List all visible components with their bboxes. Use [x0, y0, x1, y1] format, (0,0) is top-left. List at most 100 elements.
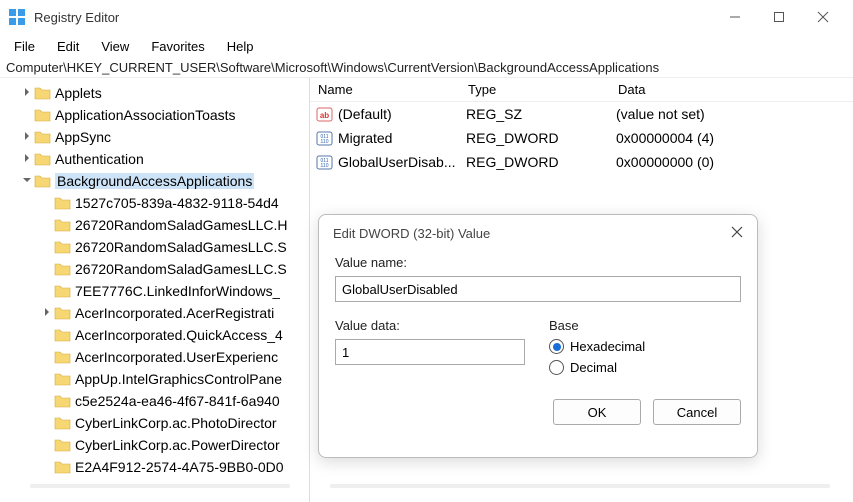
list-row[interactable]: 011110 Migrated REG_DWORD0x00000004 (4): [310, 126, 853, 150]
chevron-right-icon[interactable]: [20, 131, 34, 143]
tree-item[interactable]: c5e2524a-ea46-4f67-841f-6a940: [0, 390, 309, 412]
folder-icon: [54, 460, 71, 474]
value-name-input[interactable]: [335, 276, 741, 302]
list-row[interactable]: ab(Default)REG_SZ(value not set): [310, 102, 853, 126]
radio-icon: [549, 360, 564, 375]
tree-item[interactable]: 26720RandomSaladGamesLLC.S: [0, 258, 309, 280]
folder-icon: [54, 416, 71, 430]
value-name: Migrated: [338, 130, 392, 146]
tree-item-label: 1527c705-839a-4832-9118-54d4: [75, 195, 279, 211]
folder-icon: [54, 218, 71, 232]
folder-icon: [54, 284, 71, 298]
tree-item[interactable]: AcerIncorporated.AcerRegistrati: [0, 302, 309, 324]
tree-item[interactable]: 7EE7776C.LinkedInforWindows_: [0, 280, 309, 302]
list-scrollbar[interactable]: [330, 484, 830, 498]
value-data-label: Value data:: [335, 318, 525, 333]
svg-text:110: 110: [321, 139, 329, 145]
value-data: 0x00000004 (4): [610, 130, 853, 146]
tree-item-label: AppSync: [55, 129, 111, 145]
tree-item[interactable]: AppUp.IntelGraphicsControlPane: [0, 368, 309, 390]
folder-icon: [34, 86, 51, 100]
folder-icon: [54, 262, 71, 276]
tree-item[interactable]: AppSync: [0, 126, 309, 148]
menu-view[interactable]: View: [91, 37, 139, 56]
list-row[interactable]: 011110GlobalUserDisab...REG_DWORD0x00000…: [310, 150, 853, 174]
tree-item[interactable]: Authentication: [0, 148, 309, 170]
edit-dword-dialog: Edit DWORD (32-bit) Value Value name: Va…: [318, 214, 758, 458]
radio-hexadecimal[interactable]: Hexadecimal: [549, 339, 741, 354]
col-data[interactable]: Data: [610, 82, 853, 97]
menu-favorites[interactable]: Favorites: [141, 37, 214, 56]
menubar: File Edit View Favorites Help: [0, 34, 853, 58]
tree-item-label: E2A4F912-2574-4A75-9BB0-0D0: [75, 459, 284, 475]
window-title: Registry Editor: [34, 10, 727, 25]
chevron-right-icon[interactable]: [20, 87, 34, 99]
list-header: Name Type Data: [310, 78, 853, 102]
chevron-right-icon[interactable]: [40, 307, 54, 319]
folder-icon: [54, 306, 71, 320]
tree-item-label: 26720RandomSaladGamesLLC.H: [75, 217, 287, 233]
menu-help[interactable]: Help: [217, 37, 264, 56]
close-button[interactable]: [815, 9, 831, 25]
folder-icon: [34, 152, 51, 166]
dialog-close-button[interactable]: [731, 225, 743, 242]
value-type: REG_SZ: [460, 106, 610, 122]
value-name: GlobalUserDisab...: [338, 154, 456, 170]
base-label: Base: [549, 318, 741, 333]
tree-item-label: AcerIncorporated.QuickAccess_4: [75, 327, 283, 343]
value-data: (value not set): [610, 106, 853, 122]
tree-item-label: 7EE7776C.LinkedInforWindows_: [75, 283, 280, 299]
tree-item-label: Authentication: [55, 151, 144, 167]
chevron-down-icon[interactable]: [20, 175, 34, 187]
tree-item-label: CyberLinkCorp.ac.PowerDirector: [75, 437, 280, 453]
tree-item[interactable]: 26720RandomSaladGamesLLC.S: [0, 236, 309, 258]
binary-value-icon: 011110: [316, 130, 333, 147]
value-type: REG_DWORD: [460, 154, 610, 170]
tree-item-label: BackgroundAccessApplications: [55, 173, 254, 189]
tree-item-label: AppUp.IntelGraphicsControlPane: [75, 371, 282, 387]
svg-text:ab: ab: [320, 111, 329, 120]
string-value-icon: ab: [316, 106, 333, 123]
menu-file[interactable]: File: [4, 37, 45, 56]
svg-text:110: 110: [321, 163, 329, 169]
tree-item[interactable]: ApplicationAssociationToasts: [0, 104, 309, 126]
tree-view[interactable]: AppletsApplicationAssociationToasts AppSy…: [0, 78, 310, 502]
cancel-button[interactable]: Cancel: [653, 399, 741, 425]
tree-item[interactable]: CyberLinkCorp.ac.PowerDirector: [0, 434, 309, 456]
tree-item[interactable]: Applets: [0, 82, 309, 104]
tree-item-label: AcerIncorporated.UserExperienc: [75, 349, 278, 365]
value-data-input[interactable]: [335, 339, 525, 365]
folder-icon: [54, 438, 71, 452]
folder-icon: [34, 174, 51, 188]
radio-decimal[interactable]: Decimal: [549, 360, 741, 375]
value-type: REG_DWORD: [460, 130, 610, 146]
value-data: 0x00000000 (0): [610, 154, 853, 170]
folder-icon: [54, 372, 71, 386]
tree-item[interactable]: CyberLinkCorp.ac.PhotoDirector: [0, 412, 309, 434]
tree-item[interactable]: BackgroundAccessApplications: [0, 170, 309, 192]
ok-button[interactable]: OK: [553, 399, 641, 425]
col-name[interactable]: Name: [310, 82, 460, 97]
tree-item[interactable]: 1527c705-839a-4832-9118-54d4: [0, 192, 309, 214]
folder-icon: [54, 328, 71, 342]
tree-item-label: 26720RandomSaladGamesLLC.S: [75, 261, 287, 277]
address-bar[interactable]: Computer\HKEY_CURRENT_USER\Software\Micr…: [0, 58, 853, 78]
folder-icon: [54, 350, 71, 364]
tree-item[interactable]: AcerIncorporated.UserExperienc: [0, 346, 309, 368]
chevron-right-icon[interactable]: [20, 153, 34, 165]
dialog-title: Edit DWORD (32-bit) Value: [333, 226, 490, 241]
radio-icon: [549, 339, 564, 354]
tree-item-label: AcerIncorporated.AcerRegistrati: [75, 305, 274, 321]
tree-item[interactable]: E2A4F912-2574-4A75-9BB0-0D0: [0, 456, 309, 478]
tree-item-label: CyberLinkCorp.ac.PhotoDirector: [75, 415, 277, 431]
tree-scrollbar[interactable]: [30, 484, 290, 498]
regedit-icon: [8, 8, 26, 26]
col-type[interactable]: Type: [460, 82, 610, 97]
tree-item[interactable]: 26720RandomSaladGamesLLC.H: [0, 214, 309, 236]
minimize-button[interactable]: [727, 9, 743, 25]
titlebar: Registry Editor: [0, 0, 853, 34]
menu-edit[interactable]: Edit: [47, 37, 89, 56]
folder-icon: [54, 394, 71, 408]
tree-item[interactable]: AcerIncorporated.QuickAccess_4: [0, 324, 309, 346]
maximize-button[interactable]: [771, 9, 787, 25]
